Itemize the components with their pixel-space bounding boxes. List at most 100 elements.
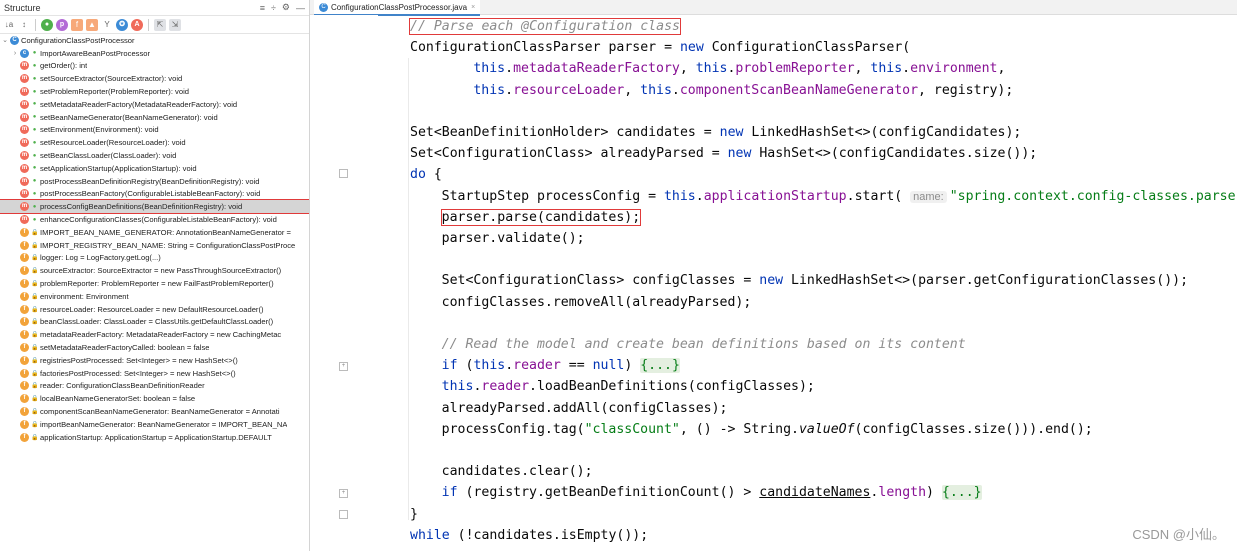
tree-item[interactable]: f 🔒 registriesPostProcessed: Set<Integer> … bbox=[0, 354, 309, 367]
tree-item-label: resourceLoader: ResourceLoader = new Def… bbox=[40, 304, 264, 314]
tree-item[interactable]: m ● enhanceConfigurationClasses(Configurab… bbox=[0, 213, 309, 226]
field-icon: f bbox=[20, 355, 29, 365]
indent-guide bbox=[408, 58, 409, 520]
field-icon: f bbox=[20, 227, 29, 237]
show-properties-icon[interactable]: p bbox=[56, 18, 68, 31]
code-token: == bbox=[568, 358, 593, 374]
tree-item[interactable]: m ● postProcessBeanDefinitionRegistry(Bean… bbox=[0, 175, 309, 188]
tree-item-label: getOrder(): int bbox=[40, 61, 88, 71]
sort-alpha-icon[interactable]: ↓a bbox=[3, 19, 15, 31]
tree-item[interactable]: m ● setEnvironment(Environment): void bbox=[0, 124, 309, 137]
fold-marker-icon[interactable]: + bbox=[339, 489, 348, 498]
fold-marker-icon[interactable]: + bbox=[339, 362, 348, 371]
code-token: reader bbox=[513, 358, 569, 374]
tree-item[interactable]: m ● setResourceLoader(ResourceLoader): voi… bbox=[0, 136, 309, 149]
tree-item[interactable]: f 🔒 IMPORT_BEAN_NAME_GENERATOR: Annotation… bbox=[0, 226, 309, 239]
code-token: valueOf bbox=[798, 421, 855, 437]
gear-icon[interactable]: ⚙ bbox=[282, 2, 290, 13]
code-token: resourceLoader bbox=[513, 82, 625, 98]
code-line-content: this.reader.loadBeanDefinitions(configCl… bbox=[442, 379, 815, 394]
tree-item[interactable]: f 🔒 localBeanNameGeneratorSet: boolean = f… bbox=[0, 392, 309, 405]
show-anonymous-icon[interactable]: ✪ bbox=[116, 18, 128, 31]
code-token: this bbox=[640, 82, 672, 98]
method-icon: m bbox=[20, 87, 29, 97]
autoscroll-to-source-icon[interactable]: ⇱ bbox=[154, 18, 166, 31]
show-abstract-icon[interactable]: A bbox=[131, 18, 143, 31]
public-icon: ● bbox=[32, 62, 37, 69]
close-icon[interactable]: × bbox=[471, 4, 475, 11]
private-lock-icon: 🔒 bbox=[31, 332, 39, 339]
tree-item[interactable]: f 🔒 beanClassLoader: ClassLoader = ClassUt… bbox=[0, 316, 309, 329]
tree-item-label: setBeanClassLoader(ClassLoader): void bbox=[40, 151, 177, 161]
code-token: if bbox=[441, 358, 466, 374]
minimize-icon[interactable]: — bbox=[296, 3, 305, 13]
method-icon: m bbox=[20, 215, 29, 225]
tree-item-label: enhanceConfigurationClasses(Configurable… bbox=[40, 215, 277, 225]
code-line-content: do { bbox=[410, 167, 442, 182]
tree-item[interactable]: m ● setBeanClassLoader(ClassLoader): void bbox=[0, 149, 309, 162]
tree-item[interactable]: f 🔒 applicationStartup: ApplicationStartup… bbox=[0, 431, 309, 444]
chevron-right-icon[interactable]: › bbox=[10, 50, 20, 57]
tree-item[interactable]: m ● setMetadataReaderFactory(MetadataReade… bbox=[0, 98, 309, 111]
show-non-public-icon[interactable]: ▲ bbox=[86, 18, 98, 31]
tree-item[interactable]: › c ● ImportAwareBeanPostProcessor bbox=[0, 47, 309, 60]
code-line: } bbox=[410, 504, 418, 525]
tree-root[interactable]: ⌄ C ConfigurationClassPostProcessor bbox=[0, 34, 309, 47]
folded-block[interactable]: {...} bbox=[941, 485, 982, 501]
method-icon: m bbox=[20, 112, 29, 122]
field-icon: f bbox=[20, 394, 29, 404]
tree-item[interactable]: m ● setApplicationStartup(ApplicationStart… bbox=[0, 162, 309, 175]
method-icon: m bbox=[20, 189, 29, 199]
code-token: (configClasses.size())).end(); bbox=[854, 421, 1093, 437]
tree-item[interactable]: f 🔒 IMPORT_REGISTRY_BEAN_NAME: String = Co… bbox=[0, 239, 309, 252]
tree-item[interactable]: f 🔒 logger: Log = LogFactory.getLog(...) bbox=[0, 252, 309, 265]
fold-marker-icon[interactable] bbox=[339, 510, 348, 519]
code-token: ) bbox=[926, 485, 942, 501]
method-icon: m bbox=[20, 163, 29, 173]
tree-item[interactable]: f 🔒 environment: Environment bbox=[0, 290, 309, 303]
tree-item[interactable]: m ● getOrder(): int bbox=[0, 60, 309, 73]
tree-item[interactable]: f 🔒 setMetadataReaderFactoryCalled: boolea… bbox=[0, 341, 309, 354]
tree-item[interactable]: f 🔒 factoriesPostProcessed: Set<Integer> =… bbox=[0, 367, 309, 380]
code-token: processConfig.tag( bbox=[441, 421, 585, 437]
tree-item[interactable]: f 🔒 problemReporter: ProblemReporter = new… bbox=[0, 277, 309, 290]
sort-visibility-icon[interactable]: ↕ bbox=[18, 19, 30, 31]
method-icon: m bbox=[20, 138, 29, 148]
code-token: applicationStartup bbox=[703, 188, 847, 204]
collapse-all-icon[interactable]: ÷ bbox=[271, 3, 276, 13]
structure-toolbar: ↓a ↕ ● p f ▲ Y ✪ A ⇱ ⇲ bbox=[0, 16, 309, 34]
tree-item[interactable]: f 🔒 sourceExtractor: SourceExtractor = new… bbox=[0, 264, 309, 277]
show-lambdas-icon[interactable]: Y bbox=[101, 19, 113, 31]
expand-all-icon[interactable]: ≡ bbox=[260, 3, 265, 13]
editor-tabs: C ConfigurationClassPostProcessor.java × bbox=[310, 0, 1237, 16]
highlight-box: parser.parse(candidates); bbox=[440, 208, 642, 226]
chevron-down-icon[interactable]: ⌄ bbox=[0, 36, 10, 44]
code-token: . bbox=[671, 82, 680, 98]
tab-configuration-class-post-processor[interactable]: C ConfigurationClassPostProcessor.java × bbox=[314, 0, 481, 16]
tree-item[interactable]: m ● setBeanNameGenerator(BeanNameGenerator… bbox=[0, 111, 309, 124]
structure-tree: ⌄ C ConfigurationClassPostProcessor › c ● I… bbox=[0, 34, 309, 444]
tree-item[interactable]: m ● setProblemReporter(ProblemReporter): v… bbox=[0, 85, 309, 98]
tree-item[interactable]: m ● setSourceExtractor(SourceExtractor): v… bbox=[0, 72, 309, 85]
tree-item[interactable]: f 🔒 importBeanNameGenerator: BeanNameGener… bbox=[0, 418, 309, 431]
tree-item[interactable]: m ● postProcessBeanFactory(ConfigurableLis… bbox=[0, 188, 309, 201]
code-token: Set<ConfigurationClass> alreadyParsed = bbox=[410, 146, 728, 162]
tree-item[interactable]: f 🔒 reader: ConfigurationClassBeanDefiniti… bbox=[0, 380, 309, 393]
code-line: if (registry.getBeanDefinitionCount() > … bbox=[442, 482, 982, 503]
code-line-content: this.metadataReaderFactory, this.problem… bbox=[473, 61, 1005, 76]
code-token: parser.parse(candidates); bbox=[441, 209, 641, 225]
code-line-content: Set<ConfigurationClass> alreadyParsed = … bbox=[410, 146, 1037, 161]
private-lock-icon: 🔒 bbox=[31, 293, 39, 300]
code-token: (!candidates.isEmpty()); bbox=[457, 527, 649, 543]
fold-marker-icon[interactable] bbox=[339, 169, 348, 178]
folded-block[interactable]: {...} bbox=[640, 358, 680, 374]
code-line-content: candidates.clear(); bbox=[442, 464, 593, 479]
code-token: new bbox=[759, 273, 792, 289]
tree-item[interactable]: f 🔒 componentScanBeanNameGenerator: BeanNa… bbox=[0, 405, 309, 418]
show-inherited-icon[interactable]: ● bbox=[41, 18, 53, 31]
tree-item[interactable]: f 🔒 metadataReaderFactory: MetadataReaderF… bbox=[0, 328, 309, 341]
autoscroll-from-source-icon[interactable]: ⇲ bbox=[169, 18, 181, 31]
tree-item[interactable]: f 🔒 resourceLoader: ResourceLoader = new D… bbox=[0, 303, 309, 316]
show-fields-icon[interactable]: f bbox=[71, 18, 83, 31]
tree-item[interactable]: m ● processConfigBeanDefinitions(BeanDefin… bbox=[0, 199, 309, 215]
